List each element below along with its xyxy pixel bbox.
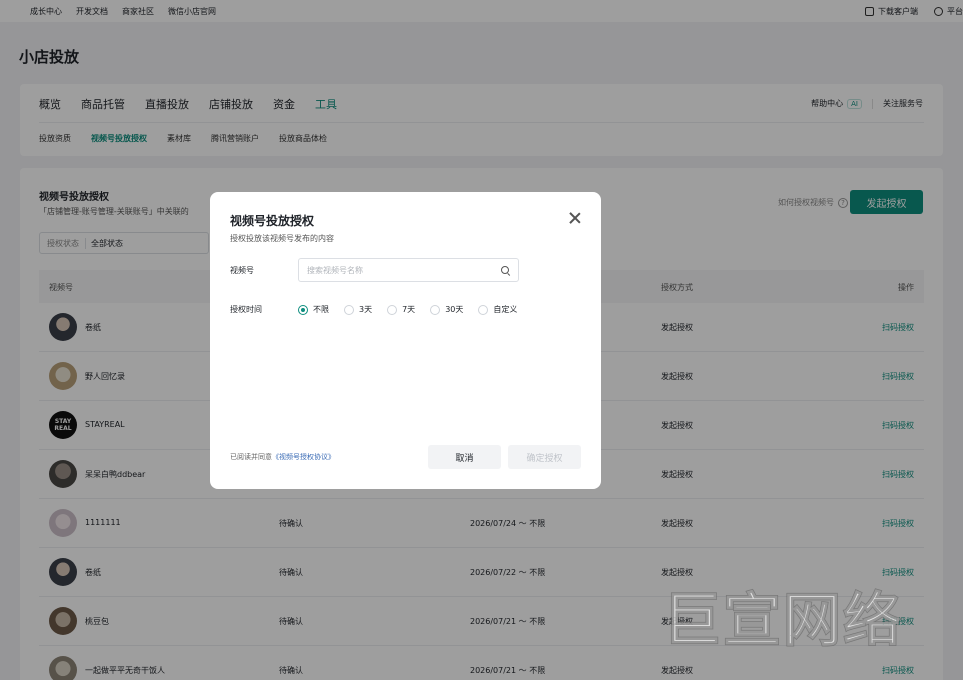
search-icon[interactable] <box>501 266 509 274</box>
radio-icon <box>344 304 354 315</box>
radio-custom[interactable]: 自定义 <box>478 304 517 315</box>
radio-label: 30天 <box>445 305 464 314</box>
radio-label: 7天 <box>402 305 416 314</box>
radio-label: 自定义 <box>493 305 518 314</box>
auth-dialog: 视频号投放授权 授权投放该视频号发布的内容 视频号 授权时间 不限 3天 7天 … <box>210 192 601 489</box>
close-icon[interactable] <box>569 212 581 224</box>
radio-label: 不限 <box>313 305 329 314</box>
radio-3-days[interactable]: 3天 <box>344 304 372 315</box>
dialog-subtitle: 授权投放该视频号发布的内容 <box>230 234 334 243</box>
cancel-button[interactable]: 取消 <box>428 445 501 469</box>
radio-icon <box>478 304 489 315</box>
watermark: 巨宣网络 <box>662 585 904 655</box>
confirm-auth-button[interactable]: 确定授权 <box>508 445 581 469</box>
time-label: 授权时间 <box>230 305 262 314</box>
agreement-prefix: 已阅读并同意 <box>230 453 272 461</box>
radio-icon <box>430 304 441 315</box>
radio-icon <box>387 304 398 315</box>
radio-label: 3天 <box>359 305 373 314</box>
radio-unlimited[interactable]: 不限 <box>298 304 329 315</box>
radio-30-days[interactable]: 30天 <box>430 304 463 315</box>
agreement-link[interactable]: 《视频号授权协议》 <box>272 453 335 461</box>
time-options: 不限 3天 7天 30天 自定义 <box>298 304 532 315</box>
search-input[interactable] <box>298 258 519 282</box>
radio-7-days[interactable]: 7天 <box>387 304 415 315</box>
account-label: 视频号 <box>230 266 254 275</box>
dialog-title: 视频号投放授权 <box>230 214 315 228</box>
radio-checked-icon <box>298 304 308 315</box>
agreement-text: 已阅读并同意《视频号授权协议》 <box>230 452 335 462</box>
